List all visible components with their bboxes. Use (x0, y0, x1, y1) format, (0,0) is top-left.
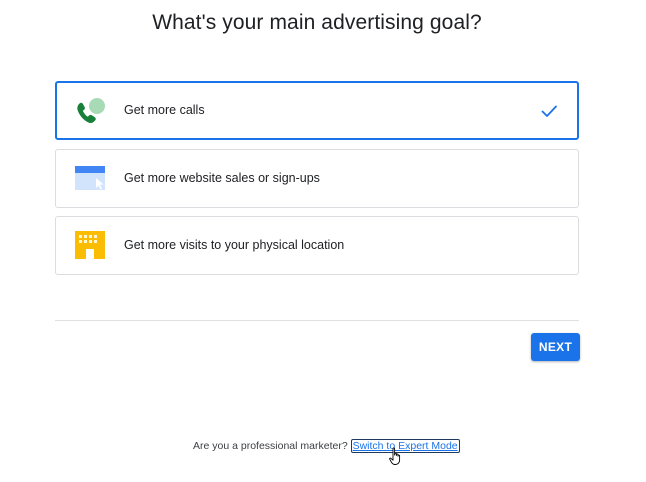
storefront-icon (73, 230, 107, 260)
page-title: What's your main advertising goal? (152, 11, 482, 34)
goal-option-label: Get more visits to your physical locatio… (124, 238, 345, 252)
footer-prompt-text: Are you a professional marketer? (193, 440, 348, 452)
phone-icon (73, 95, 107, 125)
goal-option-visits[interactable]: Get more visits to your physical locatio… (55, 216, 579, 275)
divider (55, 320, 579, 321)
checkmark-icon (539, 101, 559, 121)
next-button[interactable]: NEXT (531, 333, 580, 361)
goal-option-label: Get more website sales or sign-ups (124, 171, 320, 185)
browser-window-icon (73, 163, 107, 193)
goal-option-label: Get more calls (124, 103, 205, 117)
goal-option-calls[interactable]: Get more calls (55, 81, 579, 140)
hand-pointer-cursor-icon (389, 447, 403, 466)
expert-mode-prompt: Are you a professional marketer? Switch … (193, 439, 460, 453)
goal-option-website[interactable]: Get more website sales or sign-ups (55, 149, 579, 208)
switch-to-expert-mode-link[interactable]: Switch to Expert Mode (350, 439, 460, 453)
